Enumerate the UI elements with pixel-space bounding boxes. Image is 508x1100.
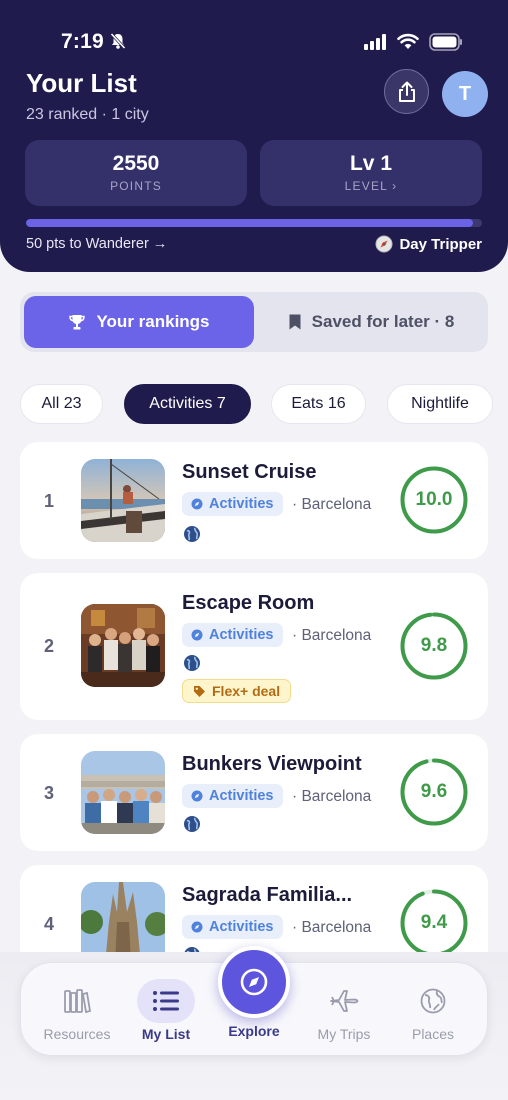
points-card: 2550 POINTS	[25, 140, 247, 206]
tag-icon	[194, 685, 205, 697]
globe-icon	[184, 816, 200, 832]
filter-chip-all[interactable]: All 23	[20, 384, 103, 424]
status-bar: 7:19	[0, 26, 508, 58]
points-label: POINTS	[110, 179, 162, 193]
category-tag: Activities	[182, 623, 284, 647]
tab-saved-for-later-label: Saved for later · 8	[311, 312, 455, 331]
filter-chip-eats[interactable]: Eats 16	[271, 384, 366, 424]
place-name: Sagrada Familia...	[182, 884, 353, 906]
world-icon	[420, 988, 446, 1014]
level-label: LEVEL ›	[344, 179, 398, 193]
list-icon	[153, 991, 179, 1011]
filter-chip-nightlife[interactable]: Nightlife	[387, 384, 493, 424]
rank-number: 1	[44, 491, 55, 511]
list-segmented-control: Your rankings Saved for later · 8	[20, 292, 488, 352]
place-name: Bunkers Viewpoint	[182, 753, 362, 775]
place-photo	[81, 751, 165, 834]
page-subtitle: 23 ranked · 1 city	[26, 106, 149, 123]
nav-places[interactable]: Places	[388, 963, 478, 1057]
place-photo	[81, 882, 165, 954]
current-tier-badge: Day Tripper	[375, 235, 482, 253]
compass-icon	[240, 968, 268, 996]
city-label: · Barcelona	[292, 496, 372, 513]
city-label: · Barcelona	[292, 627, 372, 644]
rank-number: 2	[44, 636, 55, 656]
city-label: · Barcelona	[292, 919, 372, 936]
compass-tag-icon	[191, 790, 203, 802]
avatar[interactable]: T	[442, 71, 488, 117]
globe-icon	[184, 526, 200, 542]
list-item[interactable]: 3 Bunkers Viewpoint Activities · Barcelo…	[20, 734, 488, 851]
nav-my-list[interactable]: My List	[121, 963, 211, 1057]
bell-off-icon	[110, 32, 126, 50]
level-progress-fill	[26, 219, 473, 227]
rank-number: 3	[44, 783, 55, 803]
compass-tag-icon	[191, 498, 203, 510]
category-tag: Activities	[182, 784, 284, 808]
tab-saved-for-later[interactable]: Saved for later · 8	[258, 296, 484, 348]
compass-icon	[375, 235, 393, 253]
bookmark-icon	[289, 314, 301, 330]
deal-label: Flex+ deal	[212, 683, 281, 699]
nav-my-list-label: My List	[141, 1026, 191, 1042]
nav-my-trips-label: My Trips	[317, 1026, 371, 1042]
page-title: Your List	[26, 68, 137, 98]
tab-your-rankings-label: Your rankings	[96, 312, 210, 331]
plane-icon	[330, 990, 359, 1012]
rank-number: 4	[44, 914, 55, 934]
current-tier-label: Day Tripper	[399, 235, 482, 253]
nav-explore-label: Explore	[228, 1023, 280, 1039]
nav-places-label: Places	[411, 1026, 455, 1042]
level-value: Lv 1	[349, 152, 393, 175]
trophy-icon	[69, 315, 86, 330]
share-button[interactable]	[384, 69, 429, 114]
place-name: Sunset Cruise	[182, 461, 317, 483]
nav-resources[interactable]: Resources	[32, 963, 122, 1057]
category-label: Activities	[209, 496, 274, 512]
signal-icon	[364, 34, 386, 50]
category-label: Activities	[209, 788, 274, 804]
points-value: 2550	[112, 152, 160, 175]
score-value: 9.6	[420, 781, 448, 802]
nav-resources-label: Resources	[43, 1026, 111, 1042]
category-label: Activities	[209, 919, 274, 935]
city-label: · Barcelona	[292, 788, 372, 805]
category-label: Activities	[209, 627, 274, 643]
list-item[interactable]: 1 Sunset Cruise Activities · Barcelona 1…	[20, 442, 488, 559]
explore-button[interactable]	[218, 946, 290, 1018]
deal-badge[interactable]: Flex+ deal	[182, 679, 292, 703]
place-name: Escape Room	[182, 592, 315, 614]
filter-chip-activities[interactable]: Activities 7	[124, 384, 251, 424]
score-value: 10.0	[415, 489, 453, 510]
globe-icon	[184, 655, 200, 671]
header: 7:19 Your List 23 ranked · 1 city T 2550…	[0, 0, 508, 272]
score-value: 9.4	[420, 912, 448, 933]
compass-tag-icon	[191, 921, 203, 933]
books-icon	[64, 989, 91, 1014]
level-card[interactable]: Lv 1 LEVEL ›	[260, 140, 482, 206]
compass-tag-icon	[191, 629, 203, 641]
share-icon	[398, 81, 415, 102]
battery-icon	[429, 33, 462, 51]
nav-my-trips[interactable]: My Trips	[299, 963, 389, 1057]
next-tier-link[interactable]: 50 pts to Wanderer →	[26, 236, 167, 252]
wifi-icon	[397, 33, 419, 49]
list-item[interactable]: 2 Escape Room Activities · Barcelona Fle…	[20, 573, 488, 720]
ranked-list: 1 Sunset Cruise Activities · Barcelona 1…	[0, 440, 508, 954]
list-item[interactable]: 4 Sagrada Familia... Activities · Barcel…	[20, 865, 488, 954]
score-value: 9.8	[420, 635, 448, 656]
category-tag: Activities	[182, 492, 284, 516]
tab-your-rankings[interactable]: Your rankings	[24, 296, 254, 348]
category-tag: Activities	[182, 915, 284, 939]
status-time: 7:19	[61, 30, 104, 53]
place-photo	[81, 459, 165, 542]
place-photo	[81, 604, 165, 687]
level-progress-bar	[26, 219, 482, 227]
